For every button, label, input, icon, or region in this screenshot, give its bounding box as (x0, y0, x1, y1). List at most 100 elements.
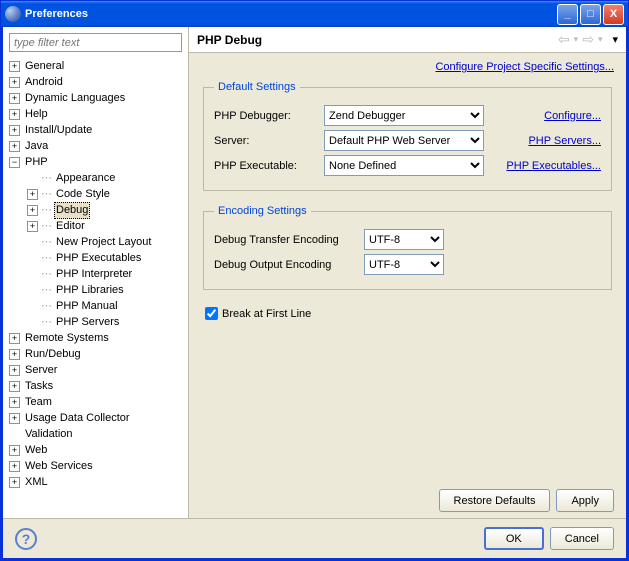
tree-item[interactable]: +Usage Data Collector (5, 410, 188, 426)
tree-item[interactable]: +Help (5, 106, 188, 122)
filter-input[interactable] (9, 33, 182, 52)
ok-button[interactable]: OK (484, 527, 544, 550)
expand-icon[interactable]: + (9, 413, 20, 424)
tree-item-label[interactable]: Run/Debug (23, 347, 83, 362)
menu-icon[interactable]: ▾ (612, 33, 618, 46)
tree-item[interactable]: +Run/Debug (5, 346, 188, 362)
expand-icon[interactable]: + (9, 77, 20, 88)
tree-item[interactable]: +Web (5, 442, 188, 458)
expand-icon[interactable]: + (27, 221, 38, 232)
break-first-line-label[interactable]: Break at First Line (222, 308, 311, 320)
tree-item-label[interactable]: Web (23, 443, 49, 458)
tree-item[interactable]: Validation (5, 426, 188, 442)
tree-item[interactable]: +General (5, 58, 188, 74)
tree-item-label[interactable]: Java (23, 139, 50, 154)
tree-item-label[interactable]: PHP Manual (54, 299, 120, 314)
tree-item-label[interactable]: Validation (23, 427, 75, 442)
tree-item-label[interactable]: Remote Systems (23, 331, 111, 346)
tree-item-label[interactable]: Help (23, 107, 50, 122)
tree-item-label[interactable]: Server (23, 363, 59, 378)
tree-item[interactable]: +Team (5, 394, 188, 410)
tree-item[interactable]: +⋯Debug (5, 202, 188, 218)
expand-icon[interactable]: + (9, 365, 20, 376)
expand-icon[interactable]: + (9, 61, 20, 72)
tree-spacer (27, 237, 38, 248)
titlebar[interactable]: Preferences _ □ X (1, 1, 628, 27)
preferences-tree[interactable]: +General+Android+Dynamic Languages+Help+… (3, 56, 188, 518)
project-settings-link[interactable]: Configure Project Specific Settings... (435, 61, 614, 73)
tree-item-label[interactable]: New Project Layout (54, 235, 153, 250)
tree-item-label[interactable]: Web Services (23, 459, 95, 474)
tree-item[interactable]: +Tasks (5, 378, 188, 394)
tree-item[interactable]: +Server (5, 362, 188, 378)
tree-item[interactable]: ⋯PHP Servers (5, 314, 188, 330)
tree-item-label[interactable]: Team (23, 395, 54, 410)
tree-item-label[interactable]: PHP Servers (54, 315, 121, 330)
tree-item[interactable]: +Web Services (5, 458, 188, 474)
expand-icon[interactable]: + (9, 397, 20, 408)
expand-icon[interactable]: + (9, 381, 20, 392)
expand-icon[interactable]: + (9, 93, 20, 104)
tree-item-label[interactable]: Install/Update (23, 123, 94, 138)
tree-item[interactable]: +Dynamic Languages (5, 90, 188, 106)
output-encoding-select[interactable]: UTF-8 (364, 254, 444, 275)
transfer-encoding-select[interactable]: UTF-8 (364, 229, 444, 250)
server-select[interactable]: Default PHP Web Server (324, 130, 484, 151)
maximize-button[interactable]: □ (580, 4, 601, 25)
tree-item-label[interactable]: PHP Libraries (54, 283, 126, 298)
tree-item[interactable]: ⋯Appearance (5, 170, 188, 186)
tree-item[interactable]: +⋯Editor (5, 218, 188, 234)
executable-select[interactable]: None Defined (324, 155, 484, 176)
close-button[interactable]: X (603, 4, 624, 25)
expand-icon[interactable]: + (9, 349, 20, 360)
expand-icon[interactable]: + (9, 141, 20, 152)
debugger-label: PHP Debugger: (214, 110, 324, 122)
expand-icon[interactable]: + (9, 109, 20, 120)
tree-item[interactable]: ⋯PHP Executables (5, 250, 188, 266)
tree-item-label[interactable]: Dynamic Languages (23, 91, 127, 106)
php-executables-link[interactable]: PHP Executables... (506, 160, 601, 172)
restore-defaults-button[interactable]: Restore Defaults (439, 489, 551, 512)
debugger-configure-link[interactable]: Configure... (544, 110, 601, 122)
tree-item[interactable]: ⋯PHP Interpreter (5, 266, 188, 282)
tree-item-label[interactable]: Code Style (54, 187, 112, 202)
tree-item[interactable]: ⋯New Project Layout (5, 234, 188, 250)
help-icon[interactable]: ? (15, 528, 37, 550)
tree-item-label[interactable]: PHP Executables (54, 251, 143, 266)
debugger-select[interactable]: Zend Debugger (324, 105, 484, 126)
tree-item-label[interactable]: Debug (54, 202, 90, 219)
tree-item[interactable]: −PHP (5, 154, 188, 170)
expand-icon[interactable]: + (27, 189, 38, 200)
break-first-line-checkbox[interactable] (205, 307, 218, 320)
expand-icon[interactable]: + (9, 445, 20, 456)
tree-item[interactable]: +XML (5, 474, 188, 490)
cancel-button[interactable]: Cancel (550, 527, 614, 550)
tree-item[interactable]: +Java (5, 138, 188, 154)
expand-icon[interactable]: + (9, 477, 20, 488)
tree-item[interactable]: ⋯PHP Manual (5, 298, 188, 314)
tree-item-label[interactable]: XML (23, 475, 50, 490)
tree-item[interactable]: +Remote Systems (5, 330, 188, 346)
php-servers-link[interactable]: PHP Servers... (528, 135, 601, 147)
expand-icon[interactable]: + (27, 205, 38, 216)
tree-item-label[interactable]: Tasks (23, 379, 55, 394)
expand-icon[interactable]: + (9, 333, 20, 344)
minimize-button[interactable]: _ (557, 4, 578, 25)
forward-icon[interactable]: ⇨ (582, 31, 594, 48)
tree-item-label[interactable]: Android (23, 75, 65, 90)
tree-item-label[interactable]: Usage Data Collector (23, 411, 132, 426)
collapse-icon[interactable]: − (9, 157, 20, 168)
apply-button[interactable]: Apply (556, 489, 614, 512)
tree-item-label[interactable]: Appearance (54, 171, 117, 186)
expand-icon[interactable]: + (9, 125, 20, 136)
tree-item-label[interactable]: Editor (54, 219, 87, 234)
expand-icon[interactable]: + (9, 461, 20, 472)
back-icon[interactable]: ⇦ (558, 31, 570, 48)
tree-item[interactable]: +Android (5, 74, 188, 90)
tree-item[interactable]: +Install/Update (5, 122, 188, 138)
tree-item-label[interactable]: General (23, 59, 66, 74)
tree-item-label[interactable]: PHP Interpreter (54, 267, 134, 282)
tree-item[interactable]: +⋯Code Style (5, 186, 188, 202)
tree-item-label[interactable]: PHP (23, 155, 50, 170)
tree-item[interactable]: ⋯PHP Libraries (5, 282, 188, 298)
